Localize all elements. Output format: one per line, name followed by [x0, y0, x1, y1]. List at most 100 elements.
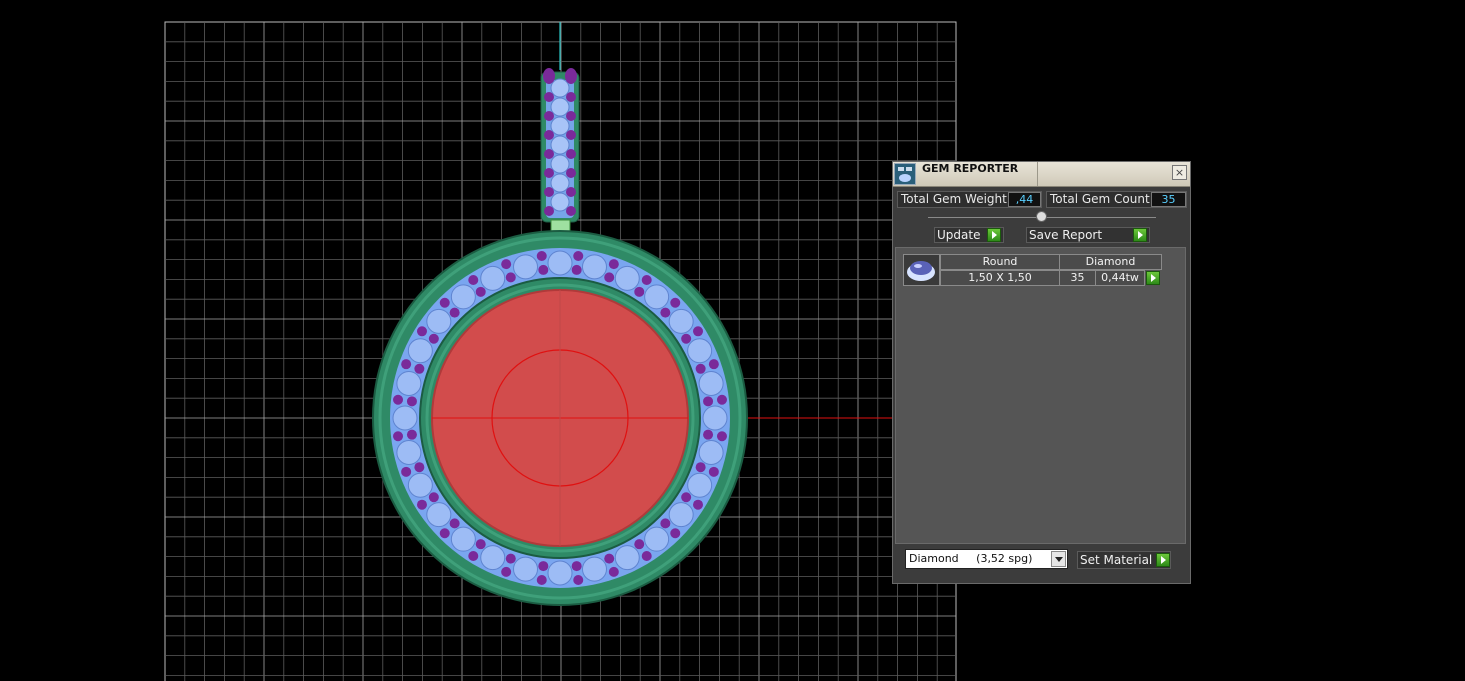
prong — [428, 492, 439, 503]
prong — [439, 528, 450, 539]
close-icon[interactable]: × — [1172, 165, 1187, 180]
prong — [573, 251, 584, 262]
prong — [406, 429, 417, 440]
halo-gem[interactable] — [480, 545, 506, 571]
set-material-go-icon[interactable] — [1156, 553, 1170, 567]
bail-gem[interactable] — [550, 192, 570, 212]
gem-weight-cell: 0,44tw — [1095, 270, 1145, 286]
bail-gem[interactable] — [550, 154, 570, 174]
prong — [414, 462, 425, 473]
halo-gem[interactable] — [480, 265, 506, 291]
prong — [449, 518, 460, 529]
prong — [634, 286, 645, 297]
halo-gem[interactable] — [687, 472, 713, 498]
gem-row-go-icon[interactable] — [1146, 271, 1160, 285]
prong — [703, 429, 714, 440]
halo-gem[interactable] — [407, 338, 433, 364]
set-material-button-label: Set Material — [1080, 553, 1153, 567]
halo-gem[interactable] — [668, 502, 694, 528]
prong — [660, 518, 671, 529]
prong — [566, 149, 576, 159]
prong — [573, 574, 584, 585]
total-gem-weight-value: ,44 — [1008, 192, 1041, 207]
halo-gem[interactable] — [614, 545, 640, 571]
save-report-go-icon[interactable] — [1133, 228, 1147, 242]
cad-viewport[interactable] — [0, 0, 1465, 681]
halo-gem[interactable] — [426, 502, 452, 528]
update-go-icon[interactable] — [987, 228, 1001, 242]
prong — [681, 333, 692, 344]
prong — [634, 539, 645, 550]
halo-gem[interactable] — [668, 308, 694, 334]
bail-gem[interactable] — [550, 116, 570, 136]
halo-gem[interactable] — [702, 405, 728, 431]
halo-gem[interactable] — [426, 308, 452, 334]
panel-titlebar[interactable]: GEM REPORTER × — [893, 162, 1190, 187]
prong — [566, 130, 576, 140]
bail-gem[interactable] — [550, 135, 570, 155]
prong — [475, 286, 486, 297]
halo-gem[interactable] — [396, 371, 422, 397]
prong — [468, 551, 479, 562]
prong — [505, 272, 516, 283]
prong — [393, 394, 404, 405]
save-report-button-label: Save Report — [1029, 228, 1103, 242]
prong — [475, 539, 486, 550]
halo-gem[interactable] — [698, 439, 724, 465]
prong — [566, 206, 576, 216]
halo-gem[interactable] — [581, 254, 607, 280]
material-select-value: Diamond (3,52 spg) — [909, 552, 1033, 565]
prong — [428, 333, 439, 344]
center-stone[interactable] — [431, 289, 689, 547]
halo-gem[interactable] — [450, 526, 476, 552]
halo-gem[interactable] — [644, 284, 670, 310]
prong — [543, 68, 555, 84]
pendant-bail[interactable] — [540, 68, 580, 235]
halo-gem[interactable] — [687, 338, 713, 364]
halo-gem[interactable] — [407, 472, 433, 498]
gem-size-cell: 1,50 X 1,50 — [940, 270, 1060, 286]
update-button-label: Update — [937, 228, 981, 242]
bail-gem[interactable] — [550, 97, 570, 117]
prong — [641, 551, 652, 562]
zoom-slider-handle[interactable] — [1036, 211, 1047, 222]
halo-gem[interactable] — [644, 526, 670, 552]
total-gem-count-label: Total Gem Count — [1050, 192, 1150, 206]
prong — [393, 431, 404, 442]
halo-gem[interactable] — [513, 254, 539, 280]
prong — [505, 553, 516, 564]
prong — [693, 326, 704, 337]
bail-gem[interactable] — [550, 173, 570, 193]
halo-gem[interactable] — [450, 284, 476, 310]
prong — [544, 168, 554, 178]
halo-gem[interactable] — [513, 556, 539, 582]
prong — [501, 566, 512, 577]
material-select[interactable]: Diamond (3,52 spg) — [905, 549, 1068, 569]
prong — [571, 561, 582, 572]
prong — [604, 272, 615, 283]
shape-header: Round — [940, 254, 1060, 270]
halo-gem[interactable] — [547, 560, 573, 586]
prong — [544, 149, 554, 159]
halo-gem[interactable] — [581, 556, 607, 582]
total-gem-count-value: 35 — [1151, 192, 1186, 207]
save-report-button[interactable]: Save Report — [1026, 227, 1150, 243]
prong — [565, 68, 577, 84]
prong — [406, 396, 417, 407]
prong — [416, 499, 427, 510]
prong — [536, 574, 547, 585]
prong — [608, 566, 619, 577]
halo-gem[interactable] — [614, 265, 640, 291]
bail-gem[interactable] — [550, 78, 570, 98]
halo-gem[interactable] — [698, 371, 724, 397]
prong — [695, 363, 706, 374]
halo-gem[interactable] — [547, 250, 573, 276]
halo-gem[interactable] — [392, 405, 418, 431]
prong — [703, 396, 714, 407]
prong — [708, 359, 719, 370]
halo-gem[interactable] — [396, 439, 422, 465]
prong — [566, 92, 576, 102]
dropdown-arrow-icon[interactable] — [1051, 551, 1066, 567]
gem-list: Round Diamond 1,50 X 1,50 35 0,44tw — [895, 247, 1186, 544]
panel-title: GEM REPORTER — [922, 162, 1019, 175]
